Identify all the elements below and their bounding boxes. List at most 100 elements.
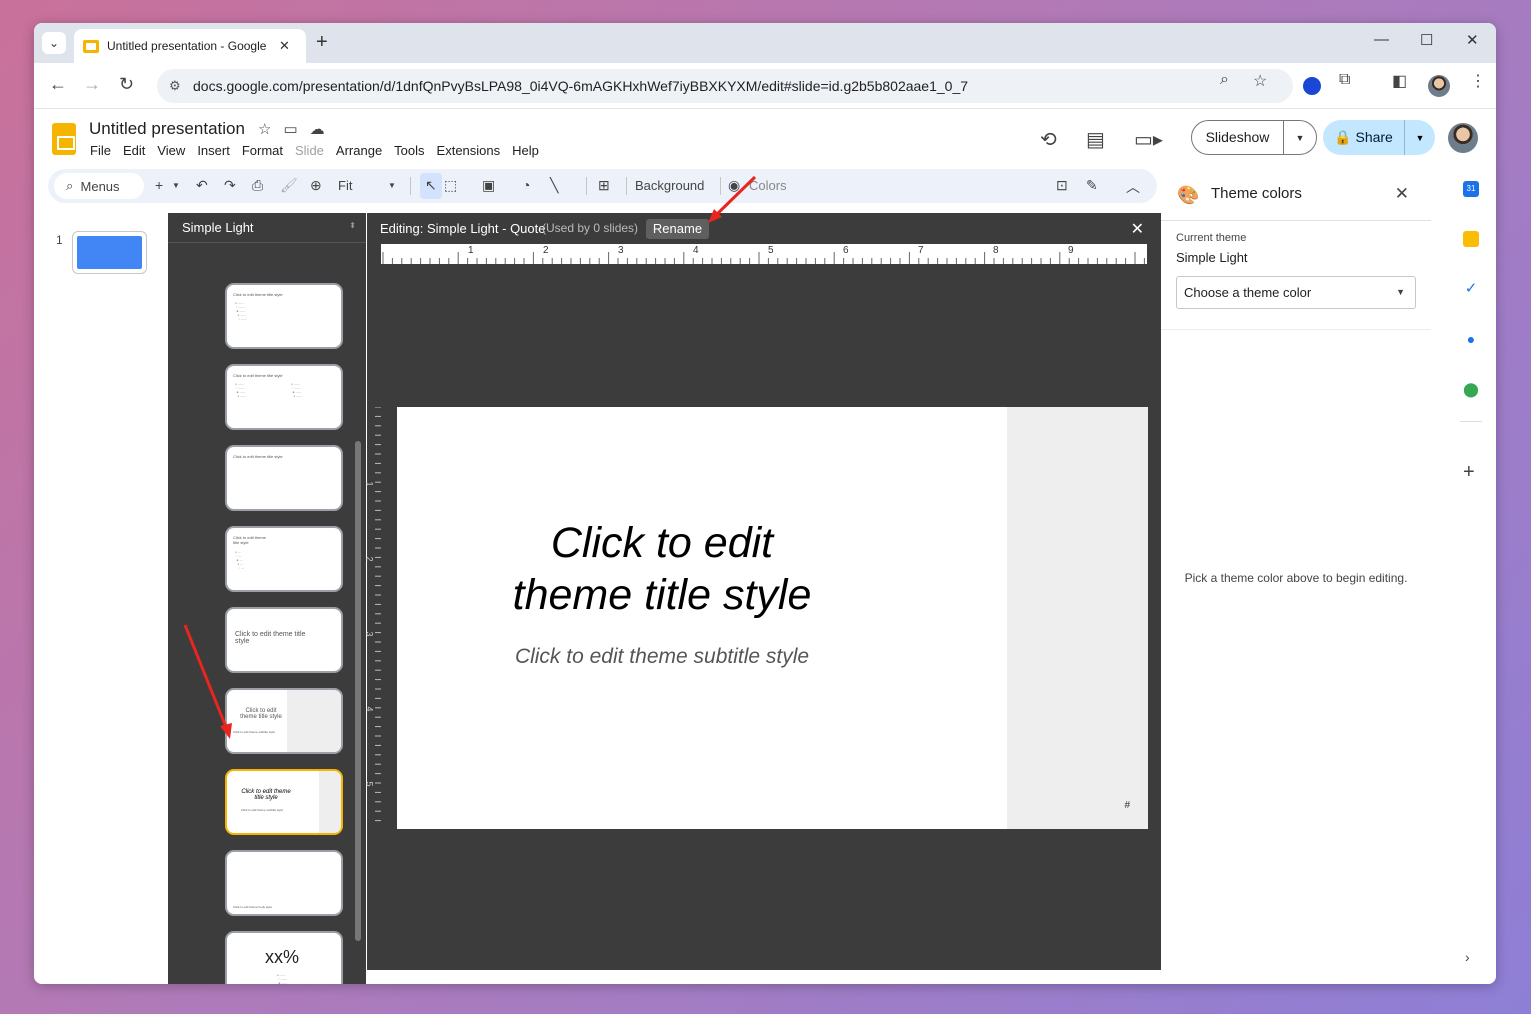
- paint-format-icon[interactable]: 🖌: [280, 177, 298, 194]
- share-dropdown-icon[interactable]: ▼: [1405, 133, 1435, 143]
- slide-number-placeholder[interactable]: #: [1124, 800, 1130, 811]
- star-icon[interactable]: ☆: [258, 121, 283, 138]
- menu-help[interactable]: Help: [512, 143, 539, 158]
- slideshow-button[interactable]: Slideshow ▼: [1191, 120, 1317, 155]
- share-button[interactable]: 🔒 Share ▼: [1323, 120, 1435, 155]
- account-avatar[interactable]: [1448, 123, 1478, 153]
- reload-icon[interactable]: ↻: [119, 74, 134, 95]
- layouts-scrollbar[interactable]: [355, 441, 361, 941]
- line-icon[interactable]: ╲: [550, 177, 558, 194]
- new-slide-icon[interactable]: +: [155, 177, 163, 193]
- layout-subtitle: Click to edit theme subtitle style: [241, 808, 284, 812]
- extension-icon[interactable]: [1303, 77, 1321, 95]
- menu-arrange[interactable]: Arrange: [336, 143, 382, 158]
- forward-icon[interactable]: →: [83, 74, 101, 95]
- contacts-icon[interactable]: ●: [1463, 331, 1479, 347]
- print-icon[interactable]: ⎙: [252, 177, 263, 194]
- version-history-icon[interactable]: ⟲: [1040, 127, 1057, 152]
- cloud-status-icon[interactable]: ☁: [310, 121, 337, 138]
- ruler-label: 4: [693, 245, 699, 256]
- ruler-label: 2: [364, 556, 375, 562]
- background-button[interactable]: Background: [635, 178, 704, 193]
- show-side-panel-icon[interactable]: ›: [1465, 949, 1470, 965]
- vertical-ruler[interactable]: 1 2 3 4 5: [364, 407, 381, 829]
- layout-thumb-main-point[interactable]: Click to edit theme title style: [225, 607, 343, 673]
- bookmark-star-icon[interactable]: ☆: [1253, 71, 1267, 91]
- menu-extensions[interactable]: Extensions: [437, 143, 501, 158]
- move-folder-icon[interactable]: ▭: [283, 121, 309, 138]
- zoom-icon[interactable]: ⊕: [310, 177, 322, 194]
- close-window-icon[interactable]: ✕: [1466, 31, 1479, 49]
- new-tab-icon[interactable]: +: [316, 31, 328, 54]
- rename-button[interactable]: Rename: [646, 219, 709, 239]
- comment-add-icon[interactable]: ⊞: [598, 177, 610, 194]
- extensions-puzzle-icon[interactable]: ⧉: [1339, 71, 1350, 89]
- meet-video-icon[interactable]: ▭▸: [1134, 127, 1163, 152]
- palette-icon[interactable]: ◉: [728, 177, 740, 194]
- menus-search[interactable]: ⌕ Menus: [54, 173, 144, 199]
- slideshow-dropdown-icon[interactable]: ▼: [1284, 133, 1316, 143]
- redo-icon[interactable]: ↷: [224, 177, 236, 194]
- menu-format[interactable]: Format: [242, 143, 283, 158]
- undo-icon[interactable]: ↶: [196, 177, 208, 194]
- add-image-icon[interactable]: ⊡: [1056, 177, 1068, 194]
- menu-view[interactable]: View: [157, 143, 185, 158]
- comments-icon[interactable]: ▤: [1086, 127, 1105, 152]
- layout-thumb-quote-selected[interactable]: Click to edit theme title style Click to…: [225, 769, 343, 835]
- tasks-icon[interactable]: ✓: [1463, 281, 1479, 297]
- maximize-icon[interactable]: ☐: [1420, 31, 1433, 49]
- title-placeholder[interactable]: Click to edit theme title style: [487, 517, 837, 621]
- sort-icon[interactable]: ⬍: [349, 221, 356, 230]
- layout-thumb-title-only[interactable]: Click to edit theme title style: [225, 445, 343, 511]
- subtitle-placeholder[interactable]: Click to edit theme subtitle style: [457, 645, 867, 669]
- layout-thumb-big-number[interactable]: xx% ● —— ○ —— ■ ——: [225, 931, 343, 984]
- colors-button[interactable]: Colors: [749, 178, 787, 193]
- menu-edit[interactable]: Edit: [123, 143, 145, 158]
- layout-thumb-two-column[interactable]: Click to edit theme title style ● —— ○ —…: [225, 364, 343, 430]
- get-addons-icon[interactable]: +: [1463, 461, 1475, 484]
- shape-icon[interactable]: ◔: [522, 177, 530, 193]
- layout-thumb-one-column[interactable]: Click to edit theme title style ● — ○ — …: [225, 526, 343, 592]
- minimize-icon[interactable]: —: [1374, 31, 1389, 48]
- browser-tab[interactable]: Untitled presentation - Google ✕: [74, 29, 306, 63]
- slides-logo-icon[interactable]: [52, 123, 76, 155]
- keep-icon[interactable]: [1463, 231, 1479, 247]
- back-icon[interactable]: ←: [49, 74, 67, 95]
- zoom-search-icon[interactable]: ⌕: [1220, 71, 1229, 89]
- zoom-select[interactable]: Fit: [338, 178, 352, 193]
- select-frame-icon[interactable]: ⬚: [444, 177, 457, 194]
- collapse-toolbar-icon[interactable]: ︿: [1126, 177, 1140, 197]
- tab-close-icon[interactable]: ✕: [279, 38, 290, 54]
- zoom-dropdown-icon[interactable]: ▼: [388, 181, 396, 190]
- menu-insert[interactable]: Insert: [197, 143, 230, 158]
- slideshow-label: Slideshow: [1192, 121, 1284, 154]
- menu-slide[interactable]: Slide: [295, 143, 324, 158]
- tab-search-icon[interactable]: ⌄: [42, 32, 66, 54]
- slide-thumbnail[interactable]: [72, 231, 147, 274]
- close-panel-icon[interactable]: ✕: [1395, 184, 1409, 204]
- side-panel-icon[interactable]: ◧: [1392, 71, 1407, 91]
- menu-file[interactable]: File: [90, 143, 111, 158]
- layout-thumb-section-description[interactable]: Click to edit theme title style Click to…: [225, 688, 343, 754]
- profile-avatar[interactable]: [1428, 75, 1450, 97]
- layout-thumb-caption[interactable]: Click to edit theme body style: [225, 850, 343, 916]
- site-info-icon[interactable]: ⚙: [169, 78, 189, 94]
- close-editor-icon[interactable]: ✕: [1131, 219, 1144, 239]
- url-field[interactable]: ⚙ docs.google.com/presentation/d/1dnfQnP…: [157, 69, 1293, 103]
- pen-tool-icon[interactable]: ✎: [1086, 177, 1098, 194]
- calendar-icon[interactable]: 31: [1463, 181, 1479, 197]
- ruler-label: 6: [843, 245, 849, 256]
- image-icon[interactable]: ▣: [482, 177, 495, 194]
- horizontal-ruler[interactable]: 1 2 3 4 5 6 7 8 9: [381, 244, 1147, 264]
- menus-label: Menus: [80, 178, 120, 194]
- new-slide-dropdown-icon[interactable]: ▼: [172, 181, 180, 190]
- select-cursor-icon[interactable]: ↖: [425, 177, 437, 194]
- maps-icon[interactable]: ⬤: [1463, 381, 1479, 397]
- menu-tools[interactable]: Tools: [394, 143, 424, 158]
- browser-menu-icon[interactable]: ⋮: [1470, 71, 1486, 91]
- theme-color-select[interactable]: Choose a theme color ▼: [1176, 276, 1416, 309]
- layout-thumb-title-body[interactable]: Click to edit theme title style ● —— ○ —…: [225, 283, 343, 349]
- slide-side-panel[interactable]: [1007, 407, 1148, 829]
- layout-slide[interactable]: Click to edit theme title style Click to…: [397, 407, 1148, 829]
- document-title[interactable]: Untitled presentation: [89, 119, 245, 139]
